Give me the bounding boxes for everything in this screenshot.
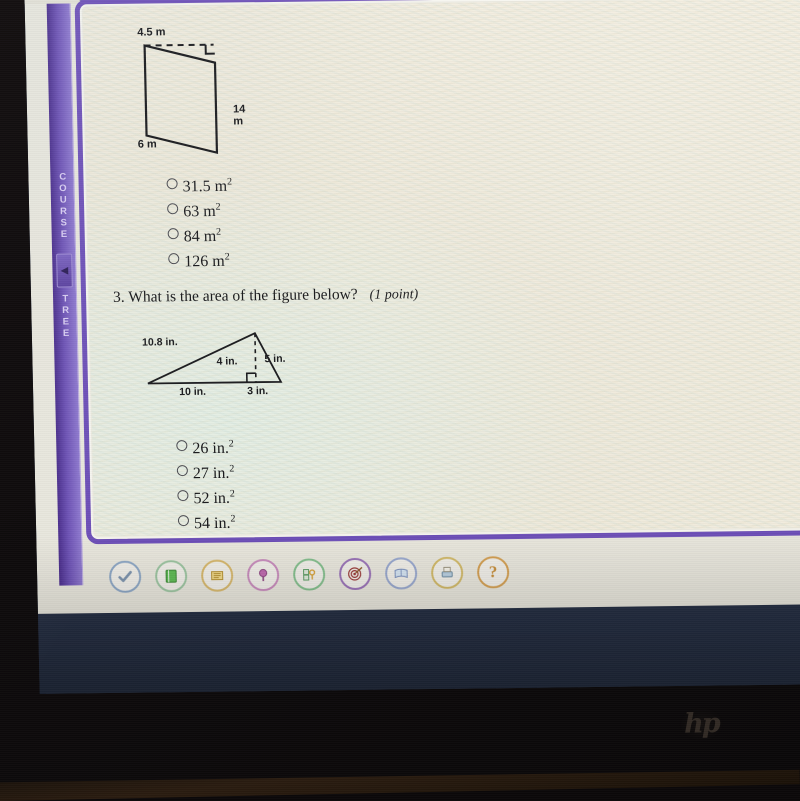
hp-logo: hp [679, 706, 724, 742]
blue-book-icon[interactable] [384, 557, 418, 590]
q2-choice-2-label: 63 m2 [183, 201, 221, 221]
q3-label-left-side: 10.8 in. [141, 336, 178, 349]
photograph-of-monitor: hp Getting Started [0, 0, 800, 801]
lesson-content-frame: 4.5 m 14 m 6 m 31.5 m2 63 m2 84 m2 126 m… [74, 0, 800, 545]
q3-choice-1[interactable]: 26 in.2 [176, 435, 234, 461]
lesson-tool-bar: ? [87, 544, 800, 601]
q3-label-base-left: 10 in. [179, 385, 207, 399]
q2-choice-2[interactable]: 63 m2 [167, 198, 233, 224]
course-tree-label-bottom: TREE [59, 293, 72, 340]
notes-icon[interactable] [200, 559, 234, 592]
q3-label-height: 4 in. [216, 355, 238, 368]
question-3-number: 3. [112, 288, 125, 306]
q3-choice-4-label: 54 in.2 [193, 513, 236, 533]
radio-button[interactable] [167, 203, 179, 215]
check-icon[interactable] [108, 560, 142, 593]
q2-choice-4[interactable]: 126 m2 [168, 248, 234, 274]
q3-choice-4[interactable]: 54 in.2 [177, 510, 236, 536]
q2-choice-3[interactable]: 84 m2 [167, 223, 233, 249]
question-3-choices: 26 in.2 27 in.2 52 in.2 54 in.2 [176, 435, 236, 536]
q3-choice-2-label: 27 in.2 [192, 463, 235, 483]
printer-icon[interactable] [430, 556, 464, 590]
course-tree-label-top: COURSE [57, 171, 70, 241]
green-book-icon[interactable] [154, 560, 188, 593]
radio-button[interactable] [177, 490, 189, 502]
collapse-sidebar-button[interactable]: ◀ [56, 253, 73, 288]
q3-choice-1-label: 26 in.2 [192, 438, 234, 458]
question-2-figure: 4.5 m 14 m 6 m [131, 26, 254, 158]
monitor-screen: Getting Started Instruction [24, 0, 800, 694]
question-3-points: (1 point) [369, 287, 419, 303]
target-icon[interactable] [338, 557, 372, 591]
q2-choice-1[interactable]: 31.5 m2 [166, 173, 232, 199]
q2-label-top: 4.5 m [137, 26, 166, 39]
radio-button[interactable] [168, 253, 180, 265]
lesson-content-area: 4.5 m 14 m 6 m 31.5 m2 63 m2 84 m2 126 m… [82, 0, 800, 537]
question-2-choices: 31.5 m2 63 m2 84 m2 126 m2 [166, 173, 234, 274]
radio-button[interactable] [167, 228, 179, 240]
q2-choice-4-label: 126 m2 [184, 251, 230, 271]
q2-label-bottom: 6 m [137, 138, 157, 151]
q2-choice-3-label: 84 m2 [183, 226, 222, 246]
question-3-prompt: 3. What is the area of the figure below?… [113, 285, 418, 307]
question-3-figure: 10.8 in. 4 in. 5 in. 10 in. 3 in. [142, 326, 319, 408]
radio-button[interactable] [166, 178, 178, 190]
q3-choice-3[interactable]: 52 in.2 [177, 485, 235, 511]
radio-button[interactable] [177, 515, 190, 527]
question-3-text: What is the area of the figure below? [128, 285, 358, 306]
chevron-left-icon: ◀ [60, 264, 69, 277]
q2-choice-1-label: 31.5 m2 [182, 176, 233, 196]
q3-label-base-right: 3 in. [247, 385, 269, 398]
q3-choice-2[interactable]: 27 in.2 [176, 460, 235, 486]
q2-label-right: 14 m [232, 103, 246, 128]
pushpin-icon[interactable] [246, 558, 280, 592]
puzzle-key-icon[interactable] [292, 558, 326, 591]
radio-button[interactable] [176, 465, 188, 477]
courseware-application-window: Getting Started Instruction [24, 0, 800, 614]
help-icon[interactable]: ? [476, 556, 510, 589]
q3-choice-3-label: 52 in.2 [193, 488, 235, 508]
radio-button[interactable] [176, 440, 188, 452]
q3-label-right-side: 5 in. [264, 352, 286, 366]
